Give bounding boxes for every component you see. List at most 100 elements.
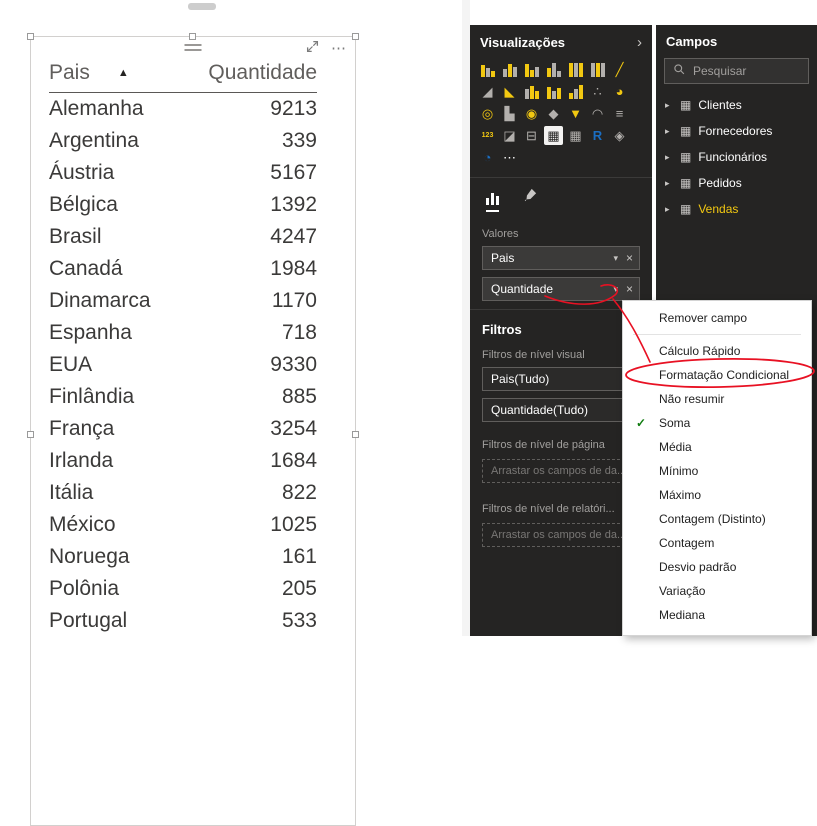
table-row[interactable]: Canadá 1984: [49, 253, 317, 285]
line-and-stacked-column-chart-icon[interactable]: [522, 82, 541, 101]
filter-well-quantidade-tudo[interactable]: Quantidade(Tudo)▾: [482, 398, 640, 422]
table-row[interactable]: Argentina 339: [49, 125, 317, 157]
field-table-clientes[interactable]: ▸ ▦ Clientes: [656, 92, 817, 118]
filled-map-icon[interactable]: ◆: [544, 104, 563, 123]
table-row[interactable]: Finlândia 885: [49, 381, 317, 413]
field-table-vendas[interactable]: ▸ ▦ Vendas: [656, 196, 817, 222]
resize-handle[interactable]: [352, 33, 359, 40]
menu-item-nao-resumir[interactable]: Não resumir: [623, 387, 811, 411]
more-visuals-icon[interactable]: ⋯: [500, 148, 519, 167]
pie-chart-icon[interactable]: ◕: [610, 82, 629, 101]
table-row[interactable]: Brasil 4247: [49, 221, 317, 253]
multi-row-card-icon[interactable]: ≡: [610, 104, 629, 123]
table-row[interactable]: México 1025: [49, 509, 317, 541]
sort-ascending-icon[interactable]: ▲: [118, 67, 129, 79]
table-row[interactable]: Alemanha 9213: [49, 93, 317, 125]
line-and-clustered-column-chart-icon[interactable]: [544, 82, 563, 101]
table-row[interactable]: Itália 822: [49, 477, 317, 509]
gauge-icon[interactable]: ◠: [588, 104, 607, 123]
shape-map-icon[interactable]: ◈: [610, 126, 629, 145]
resize-handle[interactable]: [352, 431, 359, 438]
table-visual[interactable]: ⋯ Pais ▲ Quantidade Alemanha 9213 Argentin…: [27, 33, 359, 826]
resize-handle[interactable]: [27, 33, 34, 40]
table-row[interactable]: Espanha 718: [49, 317, 317, 349]
menu-item-remover-campo[interactable]: Remover campo: [623, 306, 811, 330]
field-table-funcionarios[interactable]: ▸ ▦ Funcionários: [656, 144, 817, 170]
table-row[interactable]: Irlanda 1684: [49, 445, 317, 477]
menu-item-minimo[interactable]: Mínimo: [623, 459, 811, 483]
field-table-pedidos[interactable]: ▸ ▦ Pedidos: [656, 170, 817, 196]
area-chart-icon[interactable]: ◢: [478, 82, 497, 101]
menu-item-variacao[interactable]: Variação: [623, 579, 811, 603]
slicer-icon[interactable]: ⊟: [522, 126, 541, 145]
visual-more-options-icon[interactable]: ⋯: [331, 41, 347, 56]
kpi-icon[interactable]: ◪: [500, 126, 519, 145]
table-row[interactable]: EUA 9330: [49, 349, 317, 381]
waterfall-chart-icon[interactable]: [566, 82, 585, 101]
chevron-down-icon[interactable]: ▾: [613, 253, 618, 264]
table-row[interactable]: Áustria 5167: [49, 157, 317, 189]
r-script-visual-icon[interactable]: R: [588, 126, 607, 145]
chevron-right-icon[interactable]: ▸: [665, 152, 673, 163]
resize-handle[interactable]: [189, 33, 196, 40]
menu-item-contagem-distinto[interactable]: Contagem (Distinto): [623, 507, 811, 531]
chevron-right-icon[interactable]: ▸: [665, 178, 673, 189]
search-input[interactable]: [691, 63, 800, 79]
menu-item-formatacao-condicional[interactable]: Formatação Condicional: [623, 363, 811, 387]
field-table-label: Clientes: [698, 98, 742, 112]
line-chart-icon[interactable]: ╱: [610, 60, 629, 79]
100-stacked-column-chart-icon[interactable]: [588, 60, 607, 79]
column-header-label: Pais: [49, 61, 90, 84]
menu-item-contagem[interactable]: Contagem: [623, 531, 811, 555]
page-filter-drop-area[interactable]: Arrastar os campos de da...: [482, 459, 640, 483]
menu-item-calculo-rapido[interactable]: Cálculo Rápido: [623, 339, 811, 363]
scatter-chart-icon[interactable]: ∴: [588, 82, 607, 101]
report-filter-drop-area[interactable]: Arrastar os campos de da...: [482, 523, 640, 547]
canvas-scroll-thumb[interactable]: [188, 3, 216, 10]
tab-fields[interactable]: [486, 188, 499, 212]
field-well-pais[interactable]: Pais ▾ ×: [482, 246, 640, 270]
table-row[interactable]: Portugal 533: [49, 605, 317, 637]
focus-mode-icon[interactable]: [306, 40, 319, 58]
table-icon[interactable]: ▦: [544, 126, 563, 145]
chevron-down-icon[interactable]: ▾: [613, 284, 618, 295]
field-table-fornecedores[interactable]: ▸ ▦ Fornecedores: [656, 118, 817, 144]
stacked-column-chart-icon[interactable]: [500, 60, 519, 79]
column-header-quantidade[interactable]: Quantidade: [208, 61, 317, 85]
tab-format[interactable]: [523, 188, 537, 212]
arcgis-map-icon[interactable]: ◔: [478, 148, 497, 167]
stacked-area-chart-icon[interactable]: ◣: [500, 82, 519, 101]
card-icon[interactable]: 123: [478, 126, 497, 145]
clustered-bar-chart-icon[interactable]: [522, 60, 541, 79]
chevron-right-icon[interactable]: ▸: [665, 100, 673, 111]
menu-item-maximo[interactable]: Máximo: [623, 483, 811, 507]
remove-field-icon[interactable]: ×: [626, 282, 633, 296]
donut-chart-icon[interactable]: ◎: [478, 104, 497, 123]
chevron-right-icon[interactable]: ▸: [665, 126, 673, 137]
table-row[interactable]: Bélgica 1392: [49, 189, 317, 221]
menu-item-mediana[interactable]: Mediana: [623, 603, 811, 627]
column-header-pais[interactable]: Pais ▲: [49, 61, 129, 85]
clustered-column-chart-icon[interactable]: [544, 60, 563, 79]
field-well-quantidade[interactable]: Quantidade ▾ ×: [482, 277, 640, 301]
filter-well-pais-tudo[interactable]: Pais(Tudo)▾: [482, 367, 640, 391]
map-icon[interactable]: ◉: [522, 104, 541, 123]
stacked-bar-chart-icon[interactable]: [478, 60, 497, 79]
collapse-panel-icon[interactable]: ›: [637, 34, 642, 51]
table-row[interactable]: Polônia 205: [49, 573, 317, 605]
remove-field-icon[interactable]: ×: [626, 251, 633, 265]
drag-grip-icon[interactable]: [184, 44, 202, 51]
table-row[interactable]: Noruega 161: [49, 541, 317, 573]
chevron-right-icon[interactable]: ▸: [665, 204, 673, 215]
menu-item-soma[interactable]: ✓ Soma: [623, 411, 811, 435]
table-row[interactable]: França 3254: [49, 413, 317, 445]
resize-handle[interactable]: [27, 431, 34, 438]
table-row[interactable]: Dinamarca 1170: [49, 285, 317, 317]
matrix-icon[interactable]: ▦: [566, 126, 585, 145]
100-stacked-bar-chart-icon[interactable]: [566, 60, 585, 79]
menu-item-media[interactable]: Média: [623, 435, 811, 459]
search-box[interactable]: [664, 58, 809, 84]
funnel-chart-icon[interactable]: ▼: [566, 104, 585, 123]
treemap-icon[interactable]: ▙: [500, 104, 519, 123]
menu-item-desvio-padrao[interactable]: Desvio padrão: [623, 555, 811, 579]
